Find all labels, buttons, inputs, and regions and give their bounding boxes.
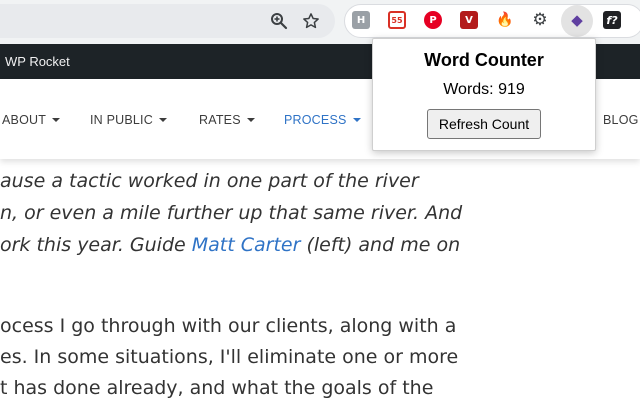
refresh-count-button[interactable]: Refresh Count: [427, 109, 541, 139]
word-counter-popup: Word Counter Words: 919 Refresh Count: [372, 38, 596, 151]
article-body: ause a tactic worked in one part of the …: [0, 160, 640, 400]
line-text: ork this year. Guide: [0, 234, 192, 256]
vivaldi-icon[interactable]: V: [460, 11, 478, 29]
formula-icon[interactable]: f?: [603, 11, 621, 29]
paragraph-line: es. In some situations, I'll eliminate o…: [0, 346, 459, 368]
caret-down-icon: [158, 117, 167, 122]
nav-item-label: ABOUT: [2, 113, 47, 127]
hemingway-icon[interactable]: H: [352, 11, 370, 29]
paragraph-line: ause a tactic worked in one part of the …: [0, 170, 419, 192]
caret-down-icon: [246, 117, 255, 122]
wp-rocket-menu[interactable]: WP Rocket: [5, 54, 70, 69]
nav-item-in-public[interactable]: IN PUBLIC: [90, 113, 167, 127]
paragraph-line: n, or even a mile further up that same r…: [0, 202, 463, 224]
fire-icon[interactable]: 🔥: [496, 11, 514, 29]
paragraph-line: t has done already, and what the goals o…: [0, 377, 434, 399]
caret-down-icon: [352, 117, 361, 122]
matt-carter-link[interactable]: Matt Carter: [192, 234, 301, 256]
nav-item-label: BLOG: [603, 113, 639, 127]
pinterest-icon[interactable]: P: [424, 11, 442, 29]
nav-item-label: IN PUBLIC: [90, 113, 153, 127]
nav-item-label: RATES: [199, 113, 241, 127]
star-icon[interactable]: [301, 11, 321, 31]
word-counter-icon[interactable]: ◆: [568, 11, 586, 29]
popup-title: Word Counter: [424, 50, 544, 70]
nav-item-blog[interactable]: BLOG: [603, 113, 639, 127]
ad-blocker-icon[interactable]: 55: [388, 11, 406, 29]
zoom-in-icon[interactable]: [269, 11, 289, 31]
word-count-text: Words: 919: [443, 81, 525, 98]
paragraph-line: ork this year. Guide Matt Carter (left) …: [0, 234, 460, 256]
line-text: (left) and me on: [300, 234, 461, 256]
nav-item-process[interactable]: PROCESS: [284, 113, 361, 127]
caret-down-icon: [52, 117, 61, 122]
nav-item-about[interactable]: ABOUT: [2, 113, 61, 127]
gear-icon[interactable]: ⚙: [531, 10, 549, 30]
paragraph-line: ocess I go through with our clients, alo…: [0, 315, 457, 337]
nav-item-label: PROCESS: [284, 113, 347, 127]
nav-item-rates[interactable]: RATES: [199, 113, 255, 127]
